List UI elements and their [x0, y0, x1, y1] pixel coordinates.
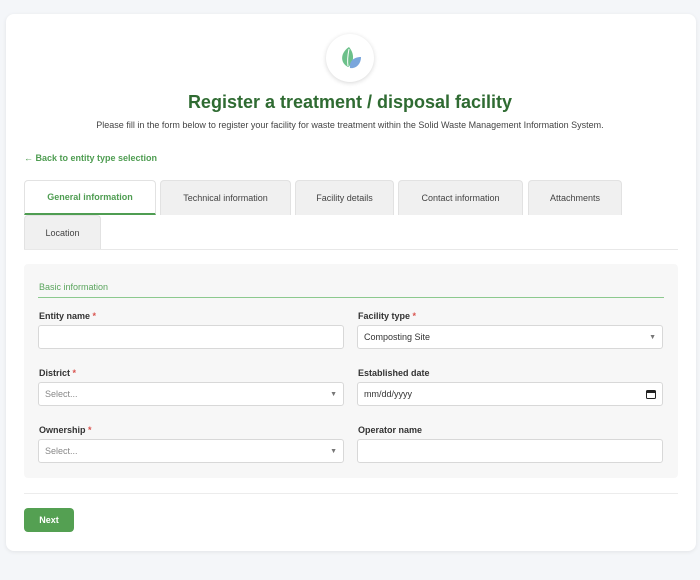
required-marker: *: [72, 368, 77, 378]
ownership-label: Ownership *: [39, 425, 92, 435]
leaf-icon: [342, 47, 361, 69]
facility-type-select[interactable]: Composting Site ▼: [357, 325, 663, 349]
section-title: Basic information: [39, 282, 109, 292]
tab-contact-information[interactable]: Contact information: [398, 180, 523, 215]
operator-name-label-text: Operator name: [358, 425, 423, 435]
ownership-placeholder: Select...: [45, 446, 78, 456]
back-to-entity-type-link[interactable]: ← Back to entity type selection: [24, 153, 157, 163]
page-title: Register a treatment / disposal facility: [187, 92, 513, 112]
established-date-label: Established date: [358, 368, 430, 378]
tab-facility-details[interactable]: Facility details: [295, 180, 394, 215]
established-date-placeholder: mm/dd/yyyy: [364, 389, 413, 399]
ownership-select[interactable]: Select... ▼: [38, 439, 344, 463]
entity-name-input[interactable]: [38, 325, 344, 349]
logo: [326, 34, 374, 82]
tab-location[interactable]: Location: [24, 215, 101, 250]
facility-type-label-text: Facility type: [358, 311, 411, 321]
operator-name-input[interactable]: [357, 439, 663, 463]
required-marker: *: [88, 425, 92, 435]
chevron-down-icon: ▼: [649, 333, 656, 341]
required-marker: *: [92, 311, 97, 321]
district-label-text: District: [39, 368, 71, 378]
facility-type-label: Facility type *: [358, 311, 416, 321]
chevron-down-icon: ▼: [330, 390, 337, 398]
section-divider: [38, 297, 664, 298]
next-button[interactable]: Next: [24, 508, 74, 532]
required-marker: *: [412, 311, 417, 321]
established-date-label-text: Established date: [358, 368, 430, 378]
entity-name-label: Entity name *: [39, 311, 96, 321]
tab-technical-information[interactable]: Technical information: [160, 180, 291, 215]
ownership-label-text: Ownership: [39, 425, 86, 435]
district-label: District *: [39, 368, 76, 378]
operator-name-label: Operator name: [358, 425, 422, 435]
chevron-down-icon: ▼: [330, 447, 337, 455]
district-select[interactable]: Select... ▼: [38, 382, 344, 406]
tab-attachments[interactable]: Attachments: [528, 180, 622, 215]
district-placeholder: Select...: [45, 389, 78, 399]
facility-type-value: Composting Site: [364, 332, 431, 342]
established-date-input[interactable]: mm/dd/yyyy: [357, 382, 663, 406]
page-subtitle: Please fill in the form below to registe…: [96, 120, 604, 130]
entity-name-label-text: Entity name: [39, 311, 91, 321]
calendar-icon[interactable]: [646, 389, 656, 399]
tab-general-information[interactable]: General information: [24, 180, 156, 215]
tab-divider: [24, 249, 678, 250]
footer-divider: [24, 493, 678, 494]
